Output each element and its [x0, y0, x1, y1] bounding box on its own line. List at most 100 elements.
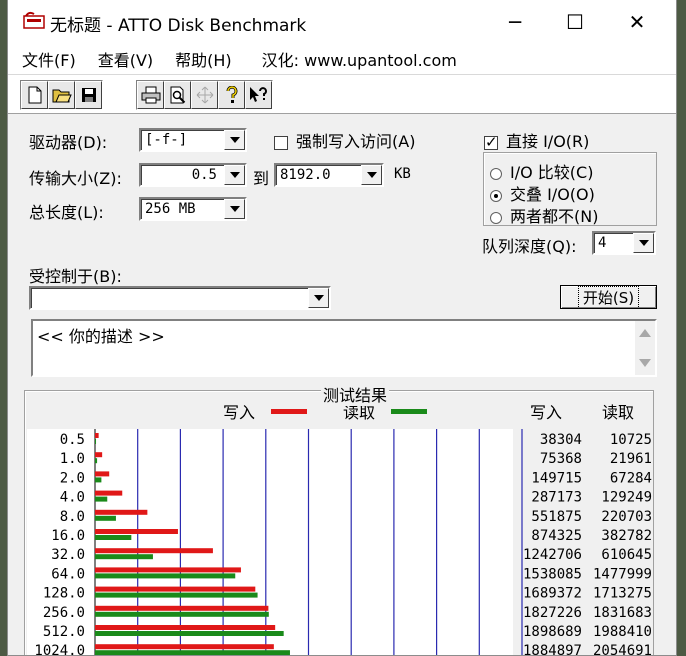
description-scrollbar[interactable]: [635, 321, 655, 375]
results-group: 写入 读取 写入 读取 0.5 38304 10725 1.0 75368 21961 2.…: [24, 382, 654, 656]
transfer-to-select[interactable]: 8192.0: [274, 163, 384, 187]
maximize-button[interactable]: ☐: [552, 6, 598, 38]
write-value: 75368: [540, 451, 582, 467]
transfer-size-label: 传输大小(Z):: [29, 169, 122, 188]
chevron-down-icon[interactable]: [308, 288, 329, 308]
atto-window: 无标题 - ATTO Disk Benchmark ─ ☐ ✕ 文件(F) 查看…: [7, 0, 677, 656]
read-value: 610645: [601, 547, 652, 563]
chevron-down-icon[interactable]: [224, 130, 245, 150]
transfer-from-select[interactable]: 0.5: [139, 163, 247, 187]
write-value: 551875: [531, 509, 582, 525]
neither-option[interactable]: 两者都不(N): [490, 203, 598, 227]
write-bar: [95, 509, 148, 515]
help-icon[interactable]: [218, 81, 245, 109]
write-value: 1538085: [523, 566, 582, 582]
neither-label: 两者都不(N): [510, 207, 599, 226]
chart-plot-area: [27, 429, 513, 655]
chevron-down-icon[interactable]: [361, 165, 382, 185]
scroll-down-icon[interactable]: [639, 359, 651, 367]
controlled-by-select[interactable]: [29, 286, 331, 310]
read-bar: [95, 650, 290, 655]
start-button[interactable]: 开始(S): [560, 285, 657, 309]
read-value: 1831683: [593, 605, 652, 621]
menu-hanhua[interactable]: 汉化: www.upantool.com: [262, 47, 457, 71]
total-length-select[interactable]: 256 MB: [139, 197, 247, 221]
read-bar: [95, 554, 153, 560]
legend-write-label: 写入: [223, 403, 255, 422]
tick-label: 256.0: [43, 605, 85, 621]
close-button[interactable]: ✕: [614, 6, 660, 38]
read-bar: [95, 573, 236, 579]
transfer-to-value: 8192.0: [280, 167, 331, 183]
results-chart: 写入 读取 写入 读取 0.5 38304 107251.0 75368 219612.…: [27, 403, 652, 656]
toolbar: [8, 74, 676, 114]
menu-view[interactable]: 查看(V): [98, 47, 153, 71]
force-write-option[interactable]: 强制写入访问(A): [274, 128, 415, 152]
direct-io-option[interactable]: 直接 I/O(R): [484, 128, 589, 152]
write-bar: [95, 605, 269, 611]
tick-label: 16.0: [51, 528, 85, 544]
write-value: 149715: [531, 470, 582, 486]
write-value: 874325: [531, 528, 582, 544]
tick-label: 32.0: [51, 547, 85, 563]
save-icon[interactable]: [75, 81, 102, 109]
queue-depth-label: 队列深度(Q):: [482, 237, 577, 256]
open-icon[interactable]: [48, 81, 75, 109]
read-value: 1477999: [593, 566, 652, 582]
write-bar: [95, 548, 213, 554]
print-icon[interactable]: [137, 81, 164, 109]
overlapped-io-radio[interactable]: [490, 189, 502, 202]
write-bar: [95, 644, 274, 650]
scroll-up-icon[interactable]: [639, 329, 651, 337]
read-value: 220703: [601, 509, 652, 525]
tick-label: 128.0: [43, 586, 85, 602]
overlapped-io-option[interactable]: 交叠 I/O(O): [490, 181, 595, 205]
menu-help[interactable]: 帮助(H): [175, 47, 232, 71]
read-value: 2054691: [593, 643, 652, 656]
io-compare-radio[interactable]: [490, 167, 502, 180]
read-bar: [95, 439, 97, 444]
io-compare-option[interactable]: I/O 比较(C): [490, 159, 593, 183]
direct-io-label: 直接 I/O(R): [506, 132, 590, 151]
read-value: 1713275: [593, 586, 652, 602]
neither-radio[interactable]: [490, 211, 502, 224]
write-bar: [95, 433, 99, 438]
context-help-icon[interactable]: [245, 81, 272, 109]
queue-depth-value: 4: [598, 235, 607, 251]
read-value: 382782: [601, 528, 652, 544]
column-write-header: 写入: [530, 403, 562, 422]
write-value: 1689372: [523, 586, 582, 602]
menu-file[interactable]: 文件(F): [22, 47, 76, 71]
read-bar: [95, 592, 258, 598]
description-box[interactable]: << 你的描述 >>: [31, 319, 657, 377]
write-bar: [95, 471, 110, 477]
read-value: 21961: [610, 451, 652, 467]
drive-select[interactable]: [-f-]: [139, 128, 247, 152]
legend-read-swatch: [391, 409, 427, 414]
title-bar: 无标题 - ATTO Disk Benchmark ─ ☐ ✕: [8, 0, 676, 44]
write-bar: [95, 529, 178, 534]
queue-depth-select[interactable]: 4: [592, 231, 656, 255]
chevron-down-icon[interactable]: [633, 233, 654, 253]
controlled-by-label: 受控制于(B):: [29, 267, 122, 286]
chevron-down-icon[interactable]: [224, 199, 245, 219]
move-icon[interactable]: [191, 81, 218, 109]
tick-label: 64.0: [51, 566, 85, 582]
read-bar: [95, 515, 116, 521]
force-write-label: 强制写入访问(A): [296, 132, 416, 151]
drive-value: [-f-]: [145, 132, 188, 148]
minimize-button[interactable]: ─: [492, 6, 538, 38]
io-compare-label: I/O 比较(C): [510, 163, 594, 182]
direct-io-checkbox[interactable]: [484, 133, 498, 151]
write-value: 1898689: [523, 624, 582, 640]
chevron-down-icon[interactable]: [224, 165, 245, 185]
read-bar: [95, 496, 108, 502]
force-write-checkbox[interactable]: [274, 135, 288, 150]
read-bar: [95, 477, 102, 483]
description-text: << 你的描述 >>: [37, 327, 165, 346]
new-icon[interactable]: [21, 81, 48, 109]
read-bar: [95, 458, 98, 464]
write-bar: [95, 452, 103, 458]
write-value: 287173: [531, 490, 582, 506]
print-preview-icon[interactable]: [164, 81, 191, 109]
